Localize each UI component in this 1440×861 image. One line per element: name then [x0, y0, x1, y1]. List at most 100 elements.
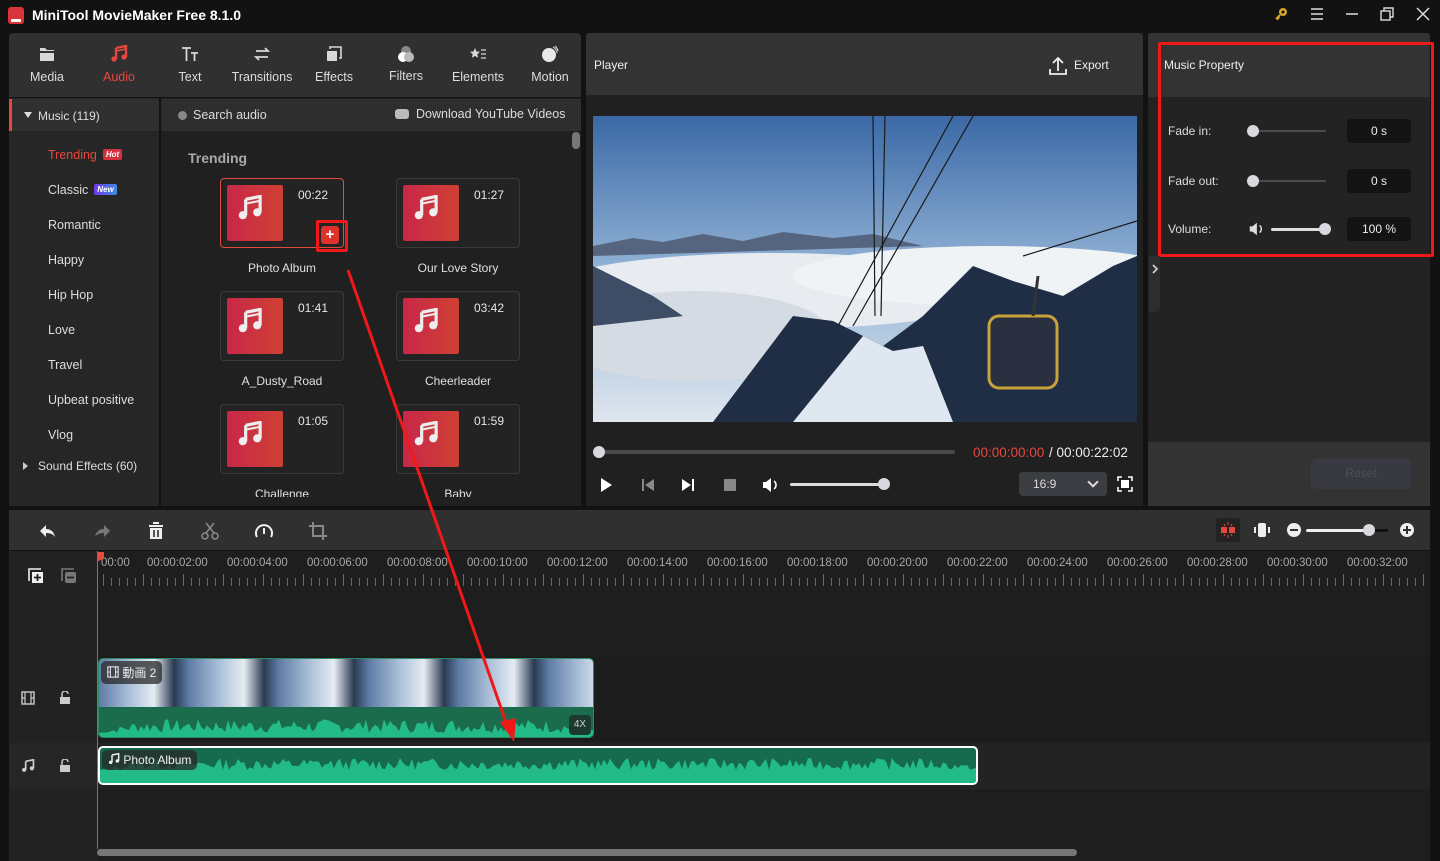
- collapse-panel-button[interactable]: [1149, 256, 1160, 312]
- sidebar-item-trending[interactable]: Trending Hot: [48, 148, 123, 162]
- tab-transitions[interactable]: Transitions: [226, 33, 298, 97]
- ruler-tick: [1183, 574, 1184, 586]
- stop-button[interactable]: [721, 476, 739, 494]
- sound-effects-category[interactable]: Sound Effects (60): [38, 459, 137, 473]
- ruler-label: 00:00:16:00: [707, 557, 768, 569]
- sidebar-item-romantic[interactable]: Romantic: [48, 218, 101, 232]
- audio-clip-photo-album[interactable]: Photo Album: [98, 746, 978, 785]
- zoom-in-button[interactable]: [1400, 523, 1414, 537]
- split-button[interactable]: [200, 521, 220, 541]
- search-audio-input[interactable]: Search audio: [193, 108, 267, 122]
- ruler-tick: [455, 578, 456, 586]
- audio-list-scrollbar[interactable]: [572, 132, 580, 149]
- fullscreen-button[interactable]: [1116, 475, 1134, 493]
- ruler-label: 00:00:26:00: [1107, 557, 1168, 569]
- audio-track-lock-button[interactable]: [59, 758, 71, 773]
- add-track-button[interactable]: [27, 567, 45, 585]
- ruler-label: 00:00: [101, 557, 130, 569]
- audio-track-card[interactable]: 01:41: [220, 291, 344, 361]
- menu-icon[interactable]: [1306, 6, 1328, 26]
- audio-track-card[interactable]: 01:27: [396, 178, 520, 248]
- video-clip[interactable]: 動画 2 4X: [98, 658, 594, 738]
- ruler-tick: [631, 578, 632, 586]
- sidebar-item-vlog[interactable]: Vlog: [48, 428, 73, 442]
- tab-filters[interactable]: Filters: [370, 33, 442, 97]
- ruler-tick: [1399, 578, 1400, 586]
- video-thumbnails: [99, 659, 593, 707]
- remove-track-button[interactable]: [60, 567, 78, 585]
- volume-button[interactable]: [761, 476, 779, 494]
- ruler-tick: [1119, 578, 1120, 586]
- music-note-icon: [238, 195, 262, 220]
- audio-detach-button[interactable]: [1253, 520, 1271, 540]
- audio-track-card[interactable]: 01:05: [220, 404, 344, 474]
- previous-frame-button[interactable]: [639, 476, 657, 494]
- download-youtube-button[interactable]: Download YouTube Videos: [416, 107, 565, 121]
- next-frame-button[interactable]: [679, 476, 697, 494]
- sidebar-item-happy[interactable]: Happy: [48, 253, 84, 267]
- audio-track-card[interactable]: 01:59: [396, 404, 520, 474]
- ruler-tick: [255, 578, 256, 586]
- close-icon[interactable]: [1412, 6, 1434, 26]
- video-audio-waveform: [99, 719, 593, 737]
- delete-button[interactable]: [146, 521, 166, 541]
- sidebar-item-travel[interactable]: Travel: [48, 358, 82, 372]
- sidebar-item-love[interactable]: Love: [48, 323, 75, 337]
- player-volume-slider[interactable]: [790, 483, 884, 486]
- playback-progress-handle[interactable]: [593, 446, 605, 458]
- ruler-label: 00:00:32:00: [1347, 557, 1408, 569]
- key-icon[interactable]: [1270, 6, 1292, 26]
- ruler-tick: [439, 578, 440, 586]
- unlock-icon: [60, 758, 70, 772]
- sidebar-item-classic[interactable]: Classic New: [48, 183, 117, 197]
- ruler-tick: [199, 578, 200, 586]
- zoom-out-button[interactable]: [1287, 523, 1301, 537]
- tab-effects[interactable]: Effects: [298, 33, 370, 97]
- player-volume-handle[interactable]: [878, 478, 890, 490]
- audio-track-card[interactable]: 03:42: [396, 291, 520, 361]
- ruler-tick: [863, 574, 864, 586]
- music-note-icon: [108, 752, 120, 765]
- ruler-tick: [1351, 578, 1352, 586]
- timeline-zoom-slider[interactable]: [1306, 529, 1388, 532]
- ruler-tick: [431, 578, 432, 586]
- crop-button[interactable]: [308, 521, 328, 541]
- youtube-download-icon: [395, 109, 409, 119]
- ruler-label: 00:00:18:00: [787, 557, 848, 569]
- redo-button[interactable]: [92, 521, 112, 541]
- ruler-tick: [975, 578, 976, 586]
- tab-audio[interactable]: Audio: [83, 33, 155, 97]
- video-track-lock-button[interactable]: [59, 690, 71, 705]
- playhead[interactable]: [97, 551, 98, 849]
- sidebar-item-upbeat-positive[interactable]: Upbeat positive: [48, 393, 134, 407]
- tab-motion[interactable]: Motion: [514, 33, 586, 97]
- ruler-tick: [831, 578, 832, 586]
- chevron-down-icon: [1087, 476, 1099, 488]
- ruler-tick: [1127, 578, 1128, 586]
- sidebar-item-hip-hop[interactable]: Hip Hop: [48, 288, 93, 302]
- aspect-ratio-select[interactable]: 16:9: [1019, 472, 1107, 496]
- ruler-tick: [687, 578, 688, 586]
- ruler-tick: [1167, 578, 1168, 586]
- ruler-tick: [711, 578, 712, 586]
- tab-text[interactable]: Text: [154, 33, 226, 97]
- ruler-tick: [511, 578, 512, 586]
- minus-icon: [1290, 529, 1298, 531]
- export-button[interactable]: Export: [1048, 56, 1109, 79]
- speed-button[interactable]: [254, 521, 274, 541]
- tab-elements[interactable]: Elements: [442, 33, 514, 97]
- playback-progress-bar[interactable]: [599, 450, 955, 454]
- music-category-header[interactable]: Music (119): [9, 99, 159, 131]
- timeline-horizontal-scrollbar[interactable]: [97, 849, 1077, 856]
- tab-media[interactable]: Media: [11, 33, 83, 97]
- reset-button[interactable]: Reset: [1311, 458, 1411, 489]
- ruler-tick: [551, 578, 552, 586]
- undo-button[interactable]: [38, 521, 58, 541]
- video-preview[interactable]: [593, 116, 1137, 422]
- ruler-tick: [1391, 578, 1392, 586]
- minimize-icon[interactable]: [1341, 6, 1363, 26]
- snap-toggle-button[interactable]: [1216, 518, 1240, 542]
- ruler-tick: [103, 574, 104, 586]
- maximize-icon[interactable]: [1376, 6, 1398, 26]
- play-button[interactable]: [597, 476, 615, 494]
